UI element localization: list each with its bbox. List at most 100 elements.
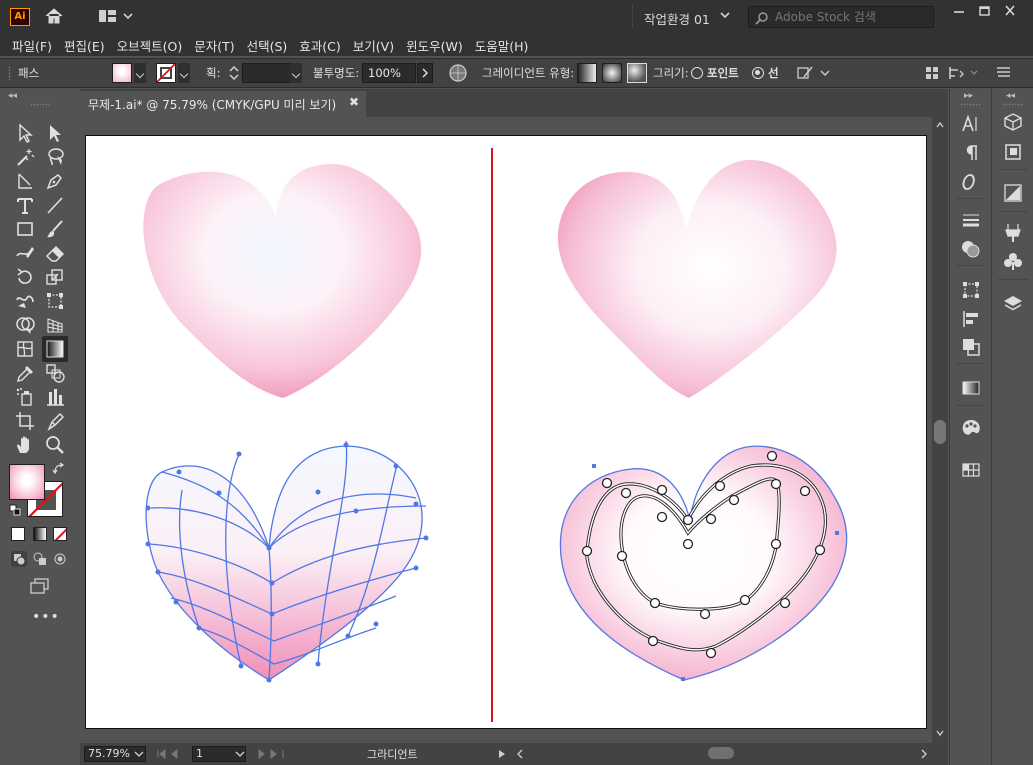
- pathfinder-icon[interactable]: [960, 336, 982, 358]
- more-tools-icon[interactable]: •••: [32, 609, 60, 625]
- vertical-scroll-thumb[interactable]: [934, 420, 946, 444]
- artboard[interactable]: [85, 135, 927, 729]
- scroll-down-icon[interactable]: [936, 729, 944, 737]
- default-fill-stroke-icon[interactable]: [9, 504, 21, 516]
- status-menu-icon[interactable]: [498, 749, 506, 759]
- free-transform-icon[interactable]: [44, 290, 66, 312]
- workspace-switcher[interactable]: 작업환경 01: [632, 4, 738, 28]
- screen-mode-icon[interactable]: [28, 575, 50, 597]
- opentype-icon[interactable]: [960, 171, 982, 193]
- heart-top-left[interactable]: [143, 163, 422, 398]
- close-tab-icon[interactable]: ✖: [349, 95, 359, 109]
- symbol-sprayer-icon[interactable]: [14, 386, 36, 408]
- line-tool-icon[interactable]: [44, 194, 66, 216]
- stroke-swatch[interactable]: [156, 63, 176, 83]
- libraries-icon[interactable]: [1002, 112, 1024, 134]
- hand-tool-icon[interactable]: [14, 434, 36, 456]
- recolor-artwork-icon[interactable]: [448, 59, 468, 87]
- shaper-tool-icon[interactable]: [14, 242, 36, 264]
- document-tab[interactable]: 무제-1.ai* @ 75.79% (CMYK/GPU 미리 보기) ✖: [80, 91, 366, 117]
- selection-tool-icon[interactable]: [14, 122, 36, 144]
- home-icon[interactable]: [44, 7, 64, 25]
- dock-1-grip[interactable]: [960, 103, 982, 107]
- stroke-dropdown[interactable]: [178, 63, 190, 83]
- control-grip[interactable]: [8, 66, 11, 80]
- panel-menu-icon[interactable]: [996, 59, 1012, 87]
- menu-window[interactable]: 윈도우(W): [401, 32, 468, 56]
- menu-help[interactable]: 도움말(H): [470, 32, 534, 56]
- opacity-field[interactable]: 100%: [362, 63, 416, 83]
- collapse-toolbar-icon[interactable]: ◂◂: [8, 91, 18, 101]
- artboards-icon[interactable]: [1002, 141, 1024, 163]
- menu-view[interactable]: 보기(V): [348, 32, 399, 56]
- artboard-tool-icon[interactable]: [14, 410, 36, 432]
- zoom-dropdown-icon[interactable]: [134, 751, 144, 759]
- graph-tool-icon[interactable]: [44, 386, 66, 408]
- stroke-weight-dropdown[interactable]: [290, 63, 302, 83]
- rotate-tool-icon[interactable]: [14, 266, 36, 288]
- artwork[interactable]: [86, 136, 928, 730]
- draw-point-radio[interactable]: [691, 67, 703, 79]
- gradient-mode-icon[interactable]: [33, 527, 47, 541]
- fill-color-box-front[interactable]: [9, 464, 45, 500]
- heart-top-right[interactable]: [557, 159, 837, 398]
- minimize-button[interactable]: [949, 4, 969, 18]
- swatches-icon[interactable]: [960, 459, 982, 481]
- warp-tool-icon[interactable]: [14, 290, 36, 312]
- menu-type[interactable]: 문자(T): [189, 32, 239, 56]
- search-input[interactable]: [775, 9, 925, 25]
- color-mode-icon[interactable]: [11, 527, 25, 541]
- freeform-gradient-button[interactable]: [627, 63, 647, 83]
- menu-effect[interactable]: 효과(C): [294, 32, 345, 56]
- canvas-area[interactable]: [80, 117, 932, 743]
- collapse-dock-2-icon[interactable]: ◂◂: [1006, 91, 1016, 101]
- gradient-tool-icon[interactable]: [42, 336, 68, 362]
- heart-bottom-left-mesh[interactable]: [145, 445, 423, 681]
- opacity-arrow-button[interactable]: [417, 63, 433, 83]
- vertical-scrollbar[interactable]: [932, 117, 948, 743]
- align-options-icon[interactable]: [924, 59, 940, 87]
- transform-options-icon[interactable]: [948, 59, 982, 87]
- lasso-icon[interactable]: [44, 146, 66, 168]
- paragraph-icon[interactable]: [960, 142, 982, 164]
- menu-object[interactable]: 오브젝트(O): [112, 32, 188, 56]
- draw-inside-icon[interactable]: [52, 551, 68, 567]
- stock-search[interactable]: [748, 6, 934, 28]
- eraser-icon[interactable]: [44, 242, 66, 264]
- menu-edit[interactable]: 편집(E): [59, 32, 110, 56]
- scroll-up-icon[interactable]: [936, 121, 944, 129]
- direct-selection-tool-icon[interactable]: [44, 122, 66, 144]
- radial-gradient-button[interactable]: [602, 63, 622, 83]
- mesh-tool-icon[interactable]: [14, 338, 36, 360]
- draw-normal-icon[interactable]: [11, 551, 27, 567]
- eyedropper-icon[interactable]: [14, 362, 36, 384]
- menu-select[interactable]: 선택(S): [242, 32, 293, 56]
- menu-file[interactable]: 파일(F): [7, 32, 57, 56]
- shape-builder-icon[interactable]: [14, 314, 36, 336]
- line-segment-icon[interactable]: [14, 170, 36, 192]
- transparency-icon[interactable]: [960, 238, 982, 260]
- stroke-icon[interactable]: [960, 209, 982, 231]
- linear-gradient-button[interactable]: [577, 63, 597, 83]
- paintbrush-icon[interactable]: [44, 218, 66, 240]
- symbols-icon[interactable]: [1002, 250, 1024, 272]
- toolbar-grip[interactable]: [30, 103, 50, 107]
- draw-behind-icon[interactable]: [32, 551, 48, 567]
- scroll-right-icon[interactable]: [920, 749, 928, 759]
- swap-fill-stroke-icon[interactable]: [52, 462, 66, 476]
- stroke-control[interactable]: [156, 59, 190, 87]
- artboard-dropdown-icon[interactable]: [235, 751, 245, 759]
- color-guide-icon[interactable]: [960, 417, 982, 439]
- draw-line-radio[interactable]: [752, 67, 764, 79]
- dock-2-grip[interactable]: [1002, 103, 1024, 107]
- character-icon[interactable]: [960, 113, 982, 135]
- gradient-icon[interactable]: [960, 377, 982, 399]
- align-icon[interactable]: [960, 308, 982, 330]
- appearance-icon[interactable]: [1002, 182, 1024, 204]
- transform-icon[interactable]: [960, 279, 982, 301]
- magic-wand-icon[interactable]: [14, 146, 36, 168]
- maximize-button[interactable]: [974, 4, 994, 18]
- next-last-artboard-icon[interactable]: [255, 749, 285, 759]
- layers-icon[interactable]: [1002, 293, 1024, 315]
- stroke-stepper-icon[interactable]: [228, 63, 240, 83]
